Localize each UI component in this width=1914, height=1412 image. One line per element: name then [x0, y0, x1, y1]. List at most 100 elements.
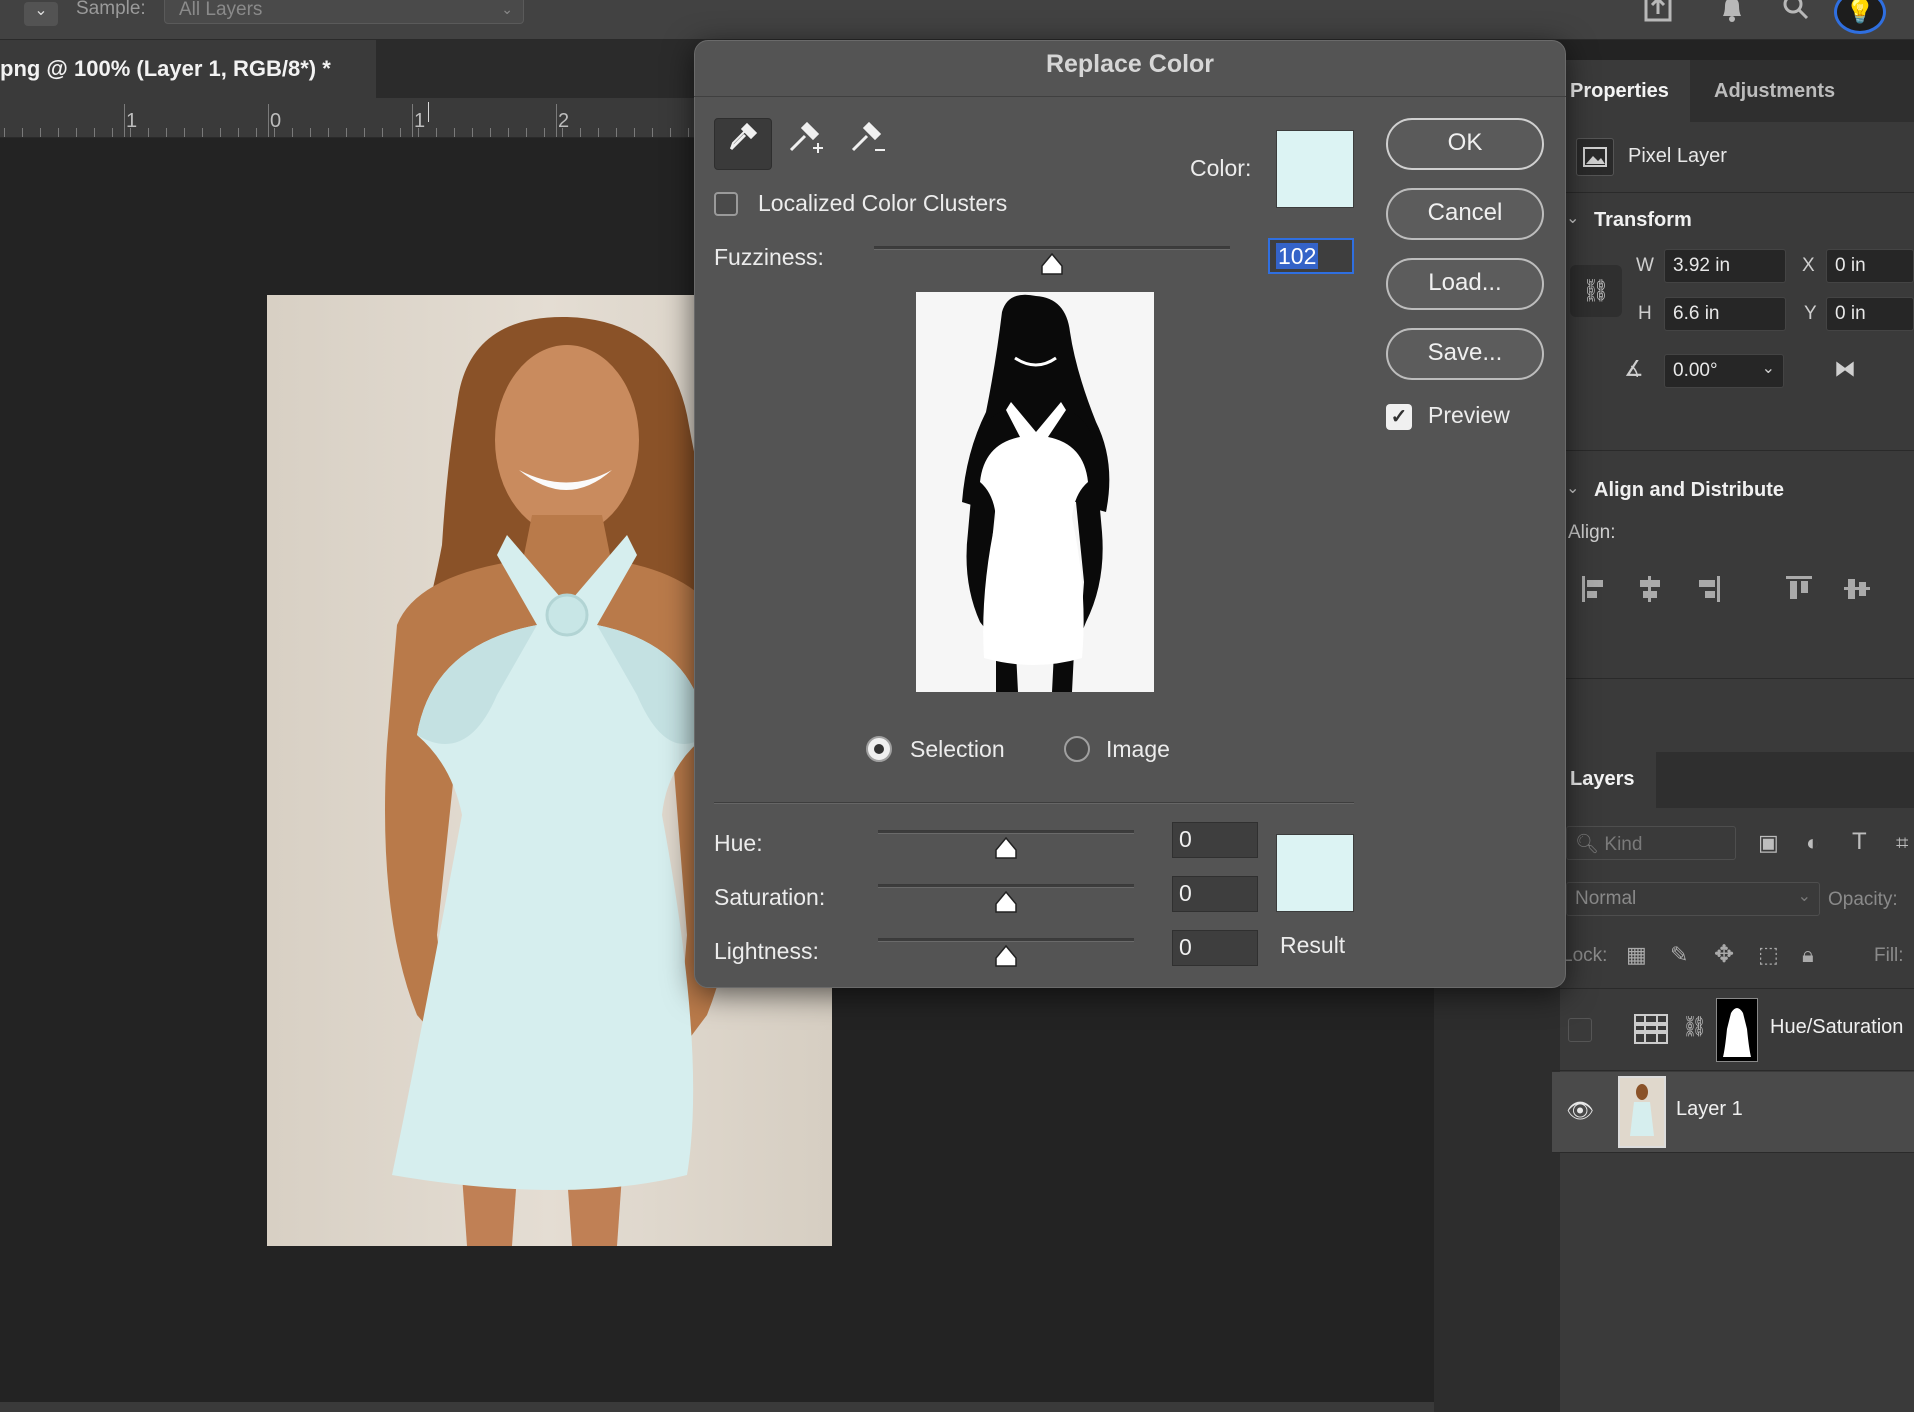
height-field[interactable]: 6.6 in: [1664, 297, 1786, 331]
ruler-label: 0: [270, 110, 282, 132]
link-icon[interactable]: ⛓: [1570, 265, 1622, 317]
visibility-toggle[interactable]: [1568, 1018, 1592, 1042]
lightness-slider-track[interactable]: [878, 938, 1134, 942]
save-button[interactable]: Save...: [1386, 328, 1544, 380]
ruler-tick: [274, 128, 275, 137]
width-field[interactable]: 3.92 in: [1664, 249, 1786, 283]
preview-checkbox[interactable]: ✓: [1386, 404, 1412, 430]
type-filter-icon[interactable]: T: [1852, 828, 1867, 856]
layer-row[interactable]: 👁︎ Layer 1: [1552, 1072, 1914, 1152]
sample-select[interactable]: All Layers ⌄: [164, 0, 524, 24]
result-swatch[interactable]: [1276, 834, 1354, 912]
angle-field[interactable]: 0.00° ⌄: [1664, 354, 1784, 388]
tab-layers[interactable]: Layers: [1560, 752, 1656, 808]
blend-mode-select[interactable]: Normal ⌄: [1566, 882, 1820, 916]
localized-color-clusters-checkbox[interactable]: [714, 192, 738, 216]
link-icon[interactable]: ⛓: [1682, 1014, 1707, 1039]
image-radio-label: Image: [1106, 736, 1170, 762]
eye-icon[interactable]: 👁︎: [1566, 1098, 1594, 1124]
divider: [1560, 450, 1914, 451]
ruler-tick: [670, 128, 671, 137]
lightbulb-icon[interactable]: 💡: [1834, 0, 1886, 34]
tab-properties[interactable]: Properties: [1560, 60, 1690, 122]
lock-paint-icon[interactable]: ✎: [1670, 942, 1688, 968]
ruler-tick: [418, 128, 419, 137]
layer-mask-thumbnail[interactable]: [1716, 998, 1758, 1062]
layer-kind-filter[interactable]: 🔍︎ Kind: [1566, 826, 1736, 860]
adjustment-filter-icon[interactable]: ◐: [1806, 830, 1819, 856]
fuzziness-field[interactable]: 102: [1268, 238, 1354, 274]
hue-slider-track[interactable]: [878, 830, 1134, 834]
y-field[interactable]: 0 in: [1826, 297, 1914, 331]
ruler-tick: [58, 128, 59, 137]
ruler-tick: [436, 128, 437, 137]
cancel-button[interactable]: Cancel: [1386, 188, 1544, 240]
chevron-down-icon[interactable]: ⌄: [1566, 208, 1579, 228]
ruler-tick: [346, 128, 347, 137]
sample-select-value: All Layers: [179, 0, 263, 20]
fuzziness-slider-track[interactable]: [874, 246, 1230, 250]
align-left-icon[interactable]: [1580, 574, 1608, 609]
bell-icon[interactable]: [1712, 0, 1752, 28]
status-bar: [0, 1402, 1434, 1412]
lock-all-icon[interactable]: 🔒︎: [1802, 942, 1814, 968]
image-radio[interactable]: [1064, 736, 1090, 762]
selection-preview[interactable]: [916, 292, 1154, 692]
x-field[interactable]: 0 in: [1826, 249, 1914, 283]
ruler-tick: [256, 128, 257, 137]
lightness-slider-thumb[interactable]: [994, 944, 1018, 973]
layer-name: Layer 1: [1676, 1098, 1743, 1120]
dialog-title-divider: [694, 96, 1566, 97]
ruler-tick: [292, 128, 293, 137]
align-center-h-icon[interactable]: [1636, 574, 1664, 609]
layer-thumbnail[interactable]: [1618, 1076, 1666, 1148]
ruler-tick: [4, 128, 5, 137]
document-tab[interactable]: png @ 100% (Layer 1, RGB/8*) *: [0, 40, 376, 98]
ruler-tick: [364, 128, 365, 137]
ruler-tick: [22, 128, 23, 137]
ruler-tick: [238, 128, 239, 137]
layer-row[interactable]: ⛓ Hue/Saturation: [1552, 990, 1914, 1070]
lock-position-icon[interactable]: ✥: [1714, 940, 1734, 969]
share-icon[interactable]: [1638, 0, 1678, 28]
saturation-field[interactable]: 0: [1172, 876, 1258, 912]
tab-adjustments[interactable]: Adjustments: [1700, 60, 1868, 122]
search-icon: 🔍︎: [1575, 834, 1600, 855]
flip-horizontal-icon[interactable]: ⧓: [1834, 356, 1856, 382]
saturation-slider-track[interactable]: [878, 884, 1134, 888]
hue-field[interactable]: 0: [1172, 822, 1258, 858]
options-bar: ⌄ Sample: All Layers ⌄ 💡: [0, 0, 1914, 40]
tool-preset-dropdown[interactable]: ⌄: [24, 2, 58, 26]
layer-name: Hue/Saturation: [1770, 1016, 1904, 1038]
saturation-slider-thumb[interactable]: [994, 890, 1018, 919]
hue-slider-thumb[interactable]: [994, 836, 1018, 865]
ruler-label: 2: [558, 110, 570, 132]
ruler-tick: [76, 128, 77, 137]
chevron-down-icon[interactable]: ⌄: [1566, 478, 1579, 498]
eyedropper-icon[interactable]: [714, 118, 772, 170]
color-swatch[interactable]: [1276, 130, 1354, 208]
load-button[interactable]: Load...: [1386, 258, 1544, 310]
eyedropper-add-icon[interactable]: [776, 118, 834, 170]
lightness-field[interactable]: 0: [1172, 930, 1258, 966]
align-top-icon[interactable]: [1784, 574, 1814, 609]
align-center-v-icon[interactable]: [1842, 574, 1872, 609]
ruler-tick: [310, 128, 311, 137]
eyedropper-subtract-icon[interactable]: [838, 118, 896, 170]
shape-filter-icon[interactable]: ⌗: [1896, 830, 1908, 856]
image-filter-icon[interactable]: ▣: [1758, 830, 1779, 856]
ruler-tick: [328, 128, 329, 137]
align-right-icon[interactable]: [1694, 574, 1722, 609]
selection-radio[interactable]: [866, 736, 892, 762]
search-icon[interactable]: [1776, 0, 1816, 28]
lock-artboard-icon[interactable]: ⬚: [1758, 942, 1779, 968]
lock-transparent-icon[interactable]: ▦: [1626, 942, 1647, 968]
ok-button[interactable]: OK: [1386, 118, 1544, 170]
fuzziness-slider-thumb[interactable]: [1040, 252, 1064, 276]
chevron-down-icon[interactable]: ⌄: [1762, 358, 1775, 378]
ruler-tick: [112, 128, 113, 137]
color-label: Color:: [1190, 155, 1252, 181]
ruler-tick: [454, 128, 455, 137]
hue-saturation-icon: [1634, 1014, 1668, 1044]
ruler-tick: [220, 128, 221, 137]
